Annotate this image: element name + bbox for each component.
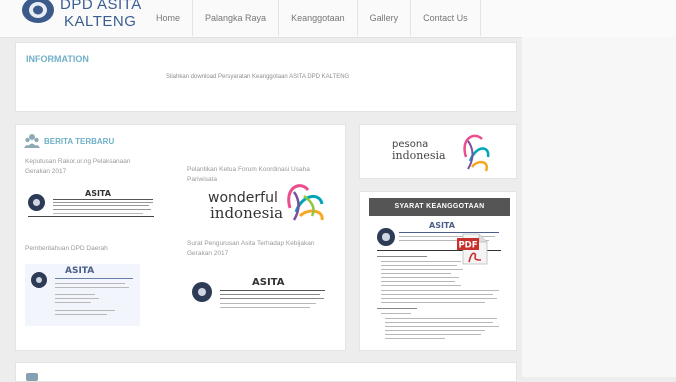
pesona-indonesia-panel: pesona indonesia [359, 124, 517, 179]
news-item-link[interactable]: Pemberitahuan DPD Daerah [25, 244, 155, 254]
pdf-icon[interactable]: PDF [457, 232, 489, 266]
news-item-link[interactable]: Keputusan Rakor.ur.ng Pelaksanaan Geraka… [25, 157, 155, 177]
news-panel: BERITA TERBARU Keputusan Rakor.ur.ng Pel… [15, 124, 346, 351]
right-sidebar-background [522, 37, 676, 377]
syarat-document-heading: ASITA [429, 221, 455, 230]
site-header: DPD ASITA KALTENG Home Palangka Raya Kea… [0, 0, 676, 38]
news-thumbnail-document[interactable]: ASITA [188, 276, 332, 310]
brand-name-line1[interactable]: DPD ASITA [60, 0, 142, 13]
information-marquee-text[interactable]: Silahkan download Persyaratan Keanggotaa… [166, 74, 349, 80]
news-section-title: BERITA TERBARU [44, 137, 115, 146]
nav-item-gallery[interactable]: Gallery [356, 0, 411, 36]
asita-emblem-icon[interactable] [20, 0, 56, 26]
asita-seal-icon [28, 194, 45, 211]
svg-text:indonesia: indonesia [392, 149, 446, 162]
asita-seal-icon [192, 282, 212, 302]
information-panel: INFORMATION Silahkan download Persyarata… [15, 42, 517, 112]
syarat-title[interactable]: SYARAT KEANGGOTAAN [369, 198, 510, 216]
nav-item-home[interactable]: Home [148, 0, 192, 36]
nav-item-palangka-raya[interactable]: Palangka Raya [192, 0, 278, 36]
bottom-panel [15, 362, 517, 382]
nav-item-keanggotaan[interactable]: Keanggotaan [278, 0, 357, 36]
information-title: INFORMATION [26, 54, 89, 64]
news-thumbnail-document[interactable]: ASITA [25, 188, 156, 219]
news-thumbnail-document[interactable]: ASITA [25, 264, 140, 326]
brand-name-line2[interactable]: KALTENG [64, 13, 136, 30]
section-icon [26, 373, 38, 381]
nav-item-contact-us[interactable]: Contact Us [410, 0, 481, 36]
asita-seal-icon [31, 272, 47, 288]
pesona-indonesia-logo[interactable]: pesona indonesia [388, 129, 492, 175]
main-nav: Home Palangka Raya Keanggotaan Gallery C… [148, 0, 481, 36]
news-item-link[interactable]: Surat Pengurusan Asita Terhadap Kebijaka… [187, 239, 317, 259]
document-heading: ASITA [85, 189, 111, 198]
wonderful-indonesia-logo[interactable]: wonderful indonesia [204, 182, 334, 226]
svg-text:indonesia: indonesia [210, 204, 283, 222]
svg-text:PDF: PDF [458, 241, 477, 251]
asita-seal-icon [377, 228, 395, 246]
users-icon [24, 134, 40, 148]
syarat-keanggotaan-panel: SYARAT KEANGGOTAAN ASITA PDF [359, 191, 517, 351]
